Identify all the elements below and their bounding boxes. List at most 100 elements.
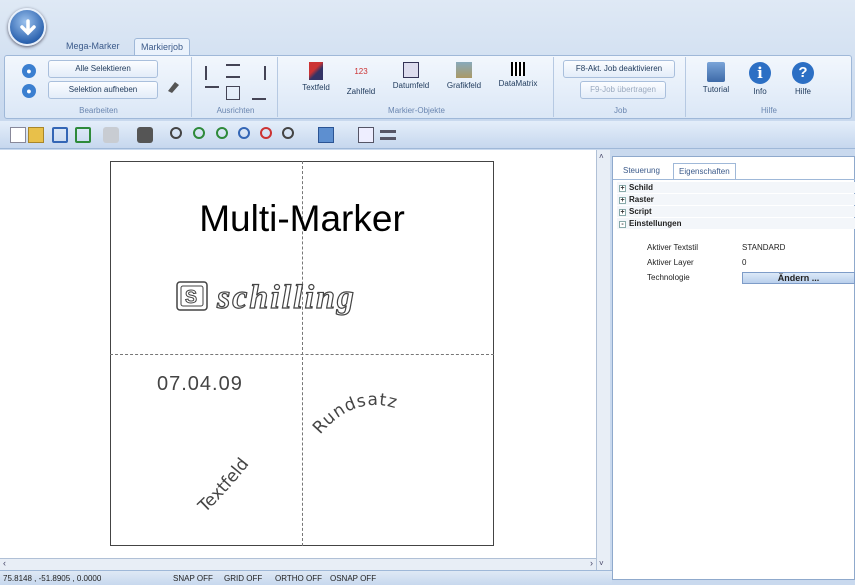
scroll-down-icon[interactable]: ˅: [599, 559, 604, 568]
scroll-up-icon[interactable]: ˄: [599, 152, 604, 161]
align-right-button[interactable]: [252, 66, 266, 80]
schilling-logo[interactable]: S schilling: [165, 278, 435, 328]
group-label-ausrichten: Ausrichten: [216, 106, 255, 115]
change-technology-button[interactable]: Ändern ...: [742, 272, 855, 284]
tab-steuerung[interactable]: Steuerung: [618, 163, 665, 179]
textfeld-icon: [309, 62, 323, 80]
category-script[interactable]: + Script: [617, 206, 855, 217]
category-label: Script: [629, 207, 652, 216]
eraser-button[interactable]: [165, 78, 183, 96]
grid-toggle[interactable]: GRID OFF: [224, 571, 262, 585]
info-label: Info: [753, 87, 767, 96]
grafikfeld-button[interactable]: Grafikfeld: [443, 60, 485, 104]
hilfe-button[interactable]: ? Hilfe: [782, 60, 824, 104]
zoom-out-icon[interactable]: [238, 127, 250, 139]
transfer-job-button[interactable]: F9-Job übertragen: [580, 81, 666, 99]
print-preview-icon[interactable]: [137, 127, 153, 143]
osnap-toggle[interactable]: OSNAP OFF: [330, 571, 376, 585]
ortho-toggle[interactable]: ORTHO OFF: [275, 571, 322, 585]
print-icon[interactable]: [103, 127, 119, 143]
zoom-previous-icon[interactable]: [282, 127, 294, 139]
group-label-bearbeiten: Bearbeiten: [79, 106, 118, 115]
copy-icon[interactable]: [318, 127, 334, 143]
layout-icon[interactable]: [380, 130, 396, 140]
arc-text-layer: Textfeld Rundsatz: [194, 390, 400, 517]
datamatrix-label: DataMatrix: [498, 79, 538, 88]
zoom-fit-icon[interactable]: [216, 127, 228, 139]
info-button[interactable]: i Info: [739, 60, 781, 104]
align-bottom-button[interactable]: [252, 86, 266, 100]
properties-icon[interactable]: [358, 127, 374, 143]
category-label: Raster: [629, 195, 654, 204]
panel-tab-divider: [613, 179, 855, 180]
textfeld-button[interactable]: Textfeld: [295, 60, 337, 104]
status-bar: 75.8148 , -51.8905 , 0.0000 SNAP OFF GRI…: [0, 570, 612, 585]
vertical-scrollbar[interactable]: ˄ ˅: [596, 150, 610, 570]
zahlfeld-button[interactable]: 123 Zahlfeld: [340, 60, 382, 104]
datumfeld-button[interactable]: Datumfeld: [390, 60, 432, 104]
prop-value[interactable]: STANDARD: [742, 242, 785, 253]
calendar-icon: [403, 62, 419, 78]
align-left-button[interactable]: [205, 66, 219, 80]
group-label-markier-objekte: Markier-Objekte: [388, 106, 445, 115]
datamatrix-button[interactable]: DataMatrix: [493, 60, 543, 104]
prop-row-layer[interactable]: Aktiver Layer 0: [617, 257, 855, 268]
scroll-left-icon[interactable]: ‹: [3, 558, 6, 568]
deselect-icon: ●: [22, 84, 36, 98]
info-icon: i: [749, 62, 771, 84]
tab-mega-marker[interactable]: Mega-Marker: [60, 38, 126, 55]
book-icon: [707, 62, 725, 82]
category-label: Einstellungen: [629, 219, 682, 228]
scroll-right-icon[interactable]: ›: [590, 558, 593, 568]
textfeld-arc-text[interactable]: Textfeld: [194, 454, 253, 517]
save-as-icon[interactable]: [75, 127, 91, 143]
zahlfeld-label: Zahlfeld: [346, 87, 376, 96]
collapse-icon[interactable]: -: [619, 221, 626, 228]
coordinates-readout: 75.8148 , -51.8905 , 0.0000: [3, 574, 102, 583]
align-center-button[interactable]: [226, 64, 240, 78]
open-folder-icon[interactable]: [28, 127, 44, 143]
datamatrix-icon: [511, 62, 525, 76]
select-all-icon: ●: [22, 64, 36, 78]
expand-icon[interactable]: +: [619, 185, 626, 192]
prop-key: Aktiver Layer: [647, 258, 694, 267]
zoom-in-icon[interactable]: [193, 127, 205, 139]
hilfe-label: Hilfe: [794, 87, 811, 96]
horizontal-scrollbar[interactable]: ‹ ›: [0, 558, 596, 570]
category-schild[interactable]: + Schild: [617, 182, 855, 193]
save-icon[interactable]: [52, 127, 68, 143]
svg-text:S: S: [185, 287, 197, 307]
expand-icon[interactable]: +: [619, 209, 626, 216]
toolbar: [0, 121, 855, 149]
eraser-icon: [168, 82, 179, 93]
expand-icon[interactable]: +: [619, 197, 626, 204]
deselect-button[interactable]: Selektion aufheben: [48, 81, 158, 99]
zoom-icon[interactable]: [170, 127, 182, 139]
tab-markierjob[interactable]: Markierjob: [134, 38, 191, 55]
category-einstellungen[interactable]: - Einstellungen: [617, 218, 855, 229]
align-middle-button[interactable]: [226, 86, 240, 100]
logo-wordmark: schilling: [216, 279, 356, 316]
group-label-job: Job: [614, 106, 627, 115]
zoom-window-icon[interactable]: [260, 127, 272, 139]
category-raster[interactable]: + Raster: [617, 194, 855, 205]
align-top-button[interactable]: [205, 86, 219, 100]
tab-eigenschaften[interactable]: Eigenschaften: [673, 163, 736, 179]
tutorial-button[interactable]: Tutorial: [695, 60, 737, 104]
rundsatz-arc-text[interactable]: Rundsatz: [309, 390, 400, 438]
deactivate-job-button[interactable]: F8-Akt. Job deaktivieren: [563, 60, 675, 78]
new-file-icon[interactable]: [10, 127, 26, 143]
help-icon: ?: [792, 62, 814, 84]
image-icon: [456, 62, 472, 78]
prop-key: Technologie: [647, 273, 690, 282]
application-menu-button[interactable]: [8, 8, 46, 46]
prop-value[interactable]: 0: [742, 257, 746, 268]
prop-row-textstil[interactable]: Aktiver Textstil STANDARD: [617, 242, 855, 253]
snap-toggle[interactable]: SNAP OFF: [173, 571, 213, 585]
category-label: Schild: [629, 183, 654, 192]
prop-key: Aktiver Textstil: [647, 243, 698, 252]
grafikfeld-label: Grafikfeld: [446, 81, 482, 90]
multi-marker-text[interactable]: Multi-Marker: [110, 198, 494, 240]
select-all-button[interactable]: Alle Selektieren: [48, 60, 158, 78]
tutorial-label: Tutorial: [702, 85, 730, 94]
